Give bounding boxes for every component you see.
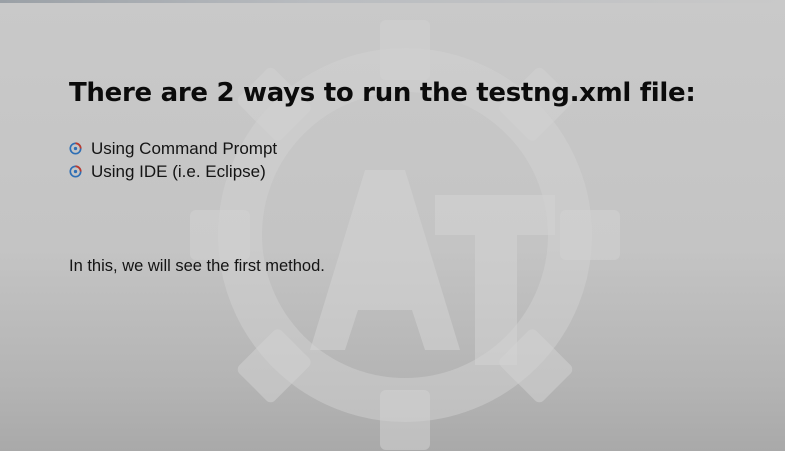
swirl-bullet-icon — [69, 165, 82, 178]
top-accent-bar — [0, 0, 785, 3]
bullet-list: Using Command Prompt Using IDE (i.e. Ecl… — [69, 137, 277, 183]
bullet-label: Using Command Prompt — [91, 138, 278, 158]
bullet-label: Using IDE (i.e. Eclipse) — [91, 161, 266, 181]
swirl-bullet-icon — [69, 142, 82, 155]
list-item: Using IDE (i.e. Eclipse) — [69, 160, 277, 183]
list-item: Using Command Prompt — [69, 137, 277, 160]
slide-title: There are 2 ways to run the testng.xml f… — [69, 78, 696, 108]
presentation-slide: There are 2 ways to run the testng.xml f… — [0, 0, 785, 451]
slide-note: In this, we will see the first method. — [69, 257, 325, 275]
